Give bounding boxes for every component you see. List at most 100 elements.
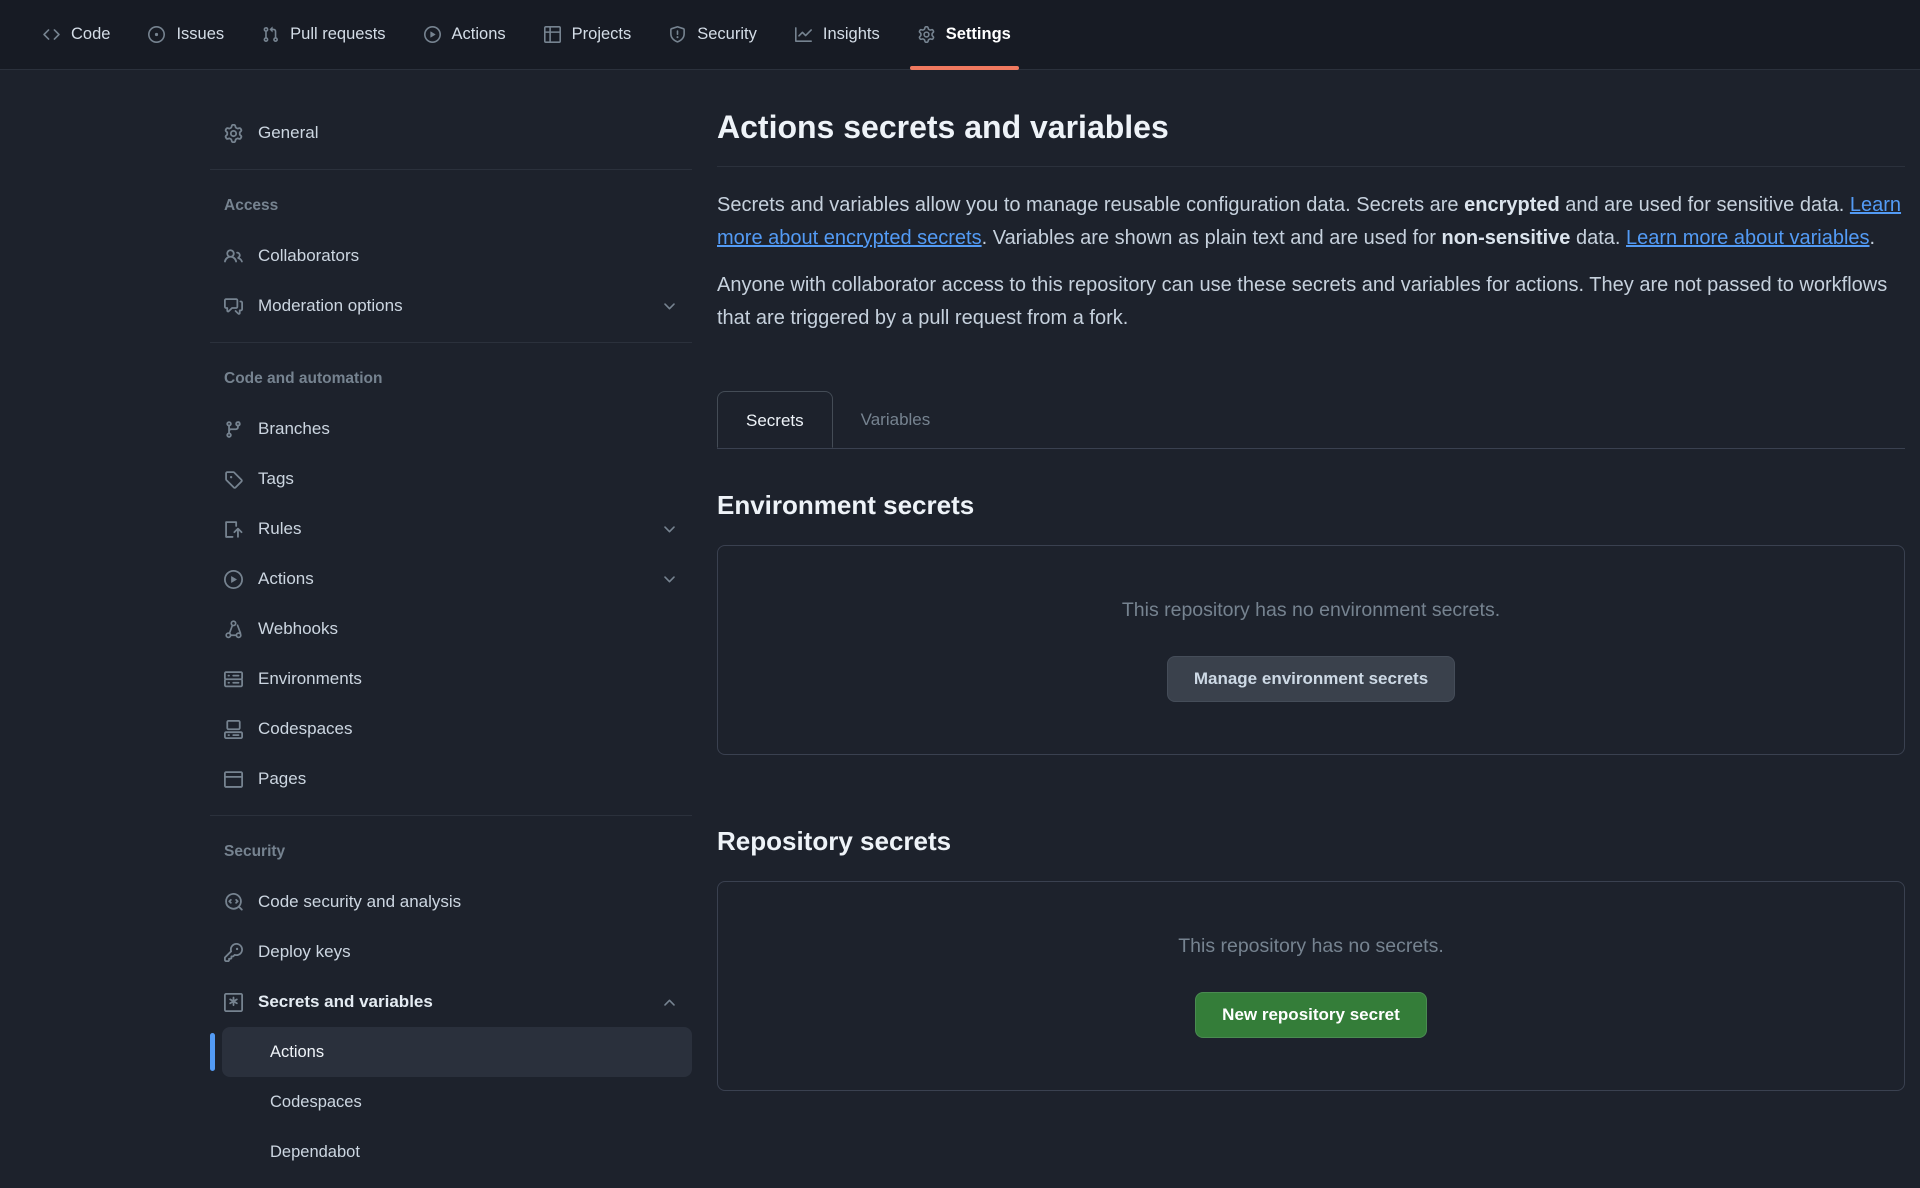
browser-icon [224, 770, 243, 789]
secrets-variables-tablist: SecretsVariables [717, 391, 1905, 449]
sidebar-item-code-security-and-analysis[interactable]: Code security and analysis [210, 877, 692, 927]
sidebar-section-title-security: Security [210, 827, 692, 877]
title-divider [717, 166, 1905, 167]
sidebar-item-secrets-and-variables[interactable]: Secrets and variables [210, 977, 692, 1027]
graph-icon [795, 26, 812, 43]
main-content: Actions secrets and variables Secrets an… [717, 108, 1905, 1091]
environment-secrets-empty-message: This repository has no environment secre… [1122, 599, 1500, 622]
sidebar-item-label: Environments [258, 669, 362, 689]
sidebar-item-rules[interactable]: Rules [210, 504, 692, 554]
table-icon [544, 26, 561, 43]
webhook-icon [224, 620, 243, 639]
repository-secrets-empty-message: This repository has no secrets. [1178, 935, 1444, 958]
sidebar-divider [210, 815, 692, 816]
sidebar-item-codespaces[interactable]: Codespaces [210, 704, 692, 754]
comment-discussion-icon [224, 297, 243, 316]
intro-paragraph-2: Anyone with collaborator access to this … [717, 269, 1905, 335]
play-icon [424, 26, 441, 43]
sidebar-item-label: Secrets and variables [258, 992, 433, 1012]
sidebar-section-title-code-and-automation: Code and automation [210, 354, 692, 404]
manage-environment-secrets-button[interactable]: Manage environment secrets [1167, 656, 1455, 702]
sidebar-section-title-access: Access [210, 181, 692, 231]
repository-secrets-empty-box: This repository has no secrets. New repo… [717, 881, 1905, 1091]
environment-secrets-empty-box: This repository has no environment secre… [717, 545, 1905, 755]
sidebar-subitem-actions[interactable]: Actions [222, 1027, 692, 1077]
sidebar-item-environments[interactable]: Environments [210, 654, 692, 704]
nav-tab-label: Security [697, 25, 757, 44]
sidebar-item-label: Codespaces [258, 719, 353, 739]
sidebar-item-webhooks[interactable]: Webhooks [210, 604, 692, 654]
sidebar-item-label: Branches [258, 419, 330, 439]
sidebar-subitem-dependabot[interactable]: Dependabot [222, 1127, 692, 1177]
sidebar-item-label: Rules [258, 519, 301, 539]
sidebar-item-label: Actions [258, 569, 314, 589]
code-icon [43, 26, 60, 43]
sidebar-item-label: Moderation options [258, 296, 403, 316]
gear-icon [224, 124, 243, 143]
git-pull-request-icon [262, 26, 279, 43]
nav-tab-label: Actions [452, 25, 506, 44]
sidebar-item-moderation-options[interactable]: Moderation options [210, 281, 692, 331]
sidebar-item-label: Tags [258, 469, 294, 489]
sidebar-subitem-codespaces[interactable]: Codespaces [222, 1077, 692, 1127]
chevron-down-icon [661, 571, 678, 588]
intro-paragraph-1: Secrets and variables allow you to manag… [717, 189, 1905, 255]
sidebar-item-deploy-keys[interactable]: Deploy keys [210, 927, 692, 977]
tab-variables[interactable]: Variables [833, 391, 959, 448]
nav-tab-security[interactable]: Security [650, 0, 776, 69]
nav-tab-projects[interactable]: Projects [525, 0, 651, 69]
nav-tab-label: Pull requests [290, 25, 385, 44]
sidebar-item-label: Collaborators [258, 246, 359, 266]
people-icon [224, 247, 243, 266]
nav-tab-actions[interactable]: Actions [405, 0, 525, 69]
sidebar-item-tags[interactable]: Tags [210, 454, 692, 504]
codescan-icon [224, 893, 243, 912]
nav-tab-issues[interactable]: Issues [129, 0, 243, 69]
nav-tab-label: Insights [823, 25, 880, 44]
sidebar-item-pages[interactable]: Pages [210, 754, 692, 804]
sidebar-item-collaborators[interactable]: Collaborators [210, 231, 692, 281]
sidebar-item-branches[interactable]: Branches [210, 404, 692, 454]
nav-tab-pull-requests[interactable]: Pull requests [243, 0, 404, 69]
tab-secrets[interactable]: Secrets [717, 391, 833, 448]
git-branch-icon [224, 420, 243, 439]
sidebar-item-label: Webhooks [258, 619, 338, 639]
codespaces-icon [224, 720, 243, 739]
sidebar-item-actions[interactable]: Actions [210, 554, 692, 604]
gear-icon [918, 26, 935, 43]
key-icon [224, 943, 243, 962]
learn-more-variables-link[interactable]: Learn more about variables [1626, 227, 1869, 249]
sidebar-divider [210, 342, 692, 343]
nav-tab-label: Code [71, 25, 110, 44]
environment-secrets-heading: Environment secrets [717, 489, 1905, 521]
chevron-up-icon [661, 994, 678, 1011]
nav-tab-settings[interactable]: Settings [899, 0, 1030, 69]
sidebar-item-label: General [258, 123, 318, 143]
sidebar-item-label: Deploy keys [258, 942, 351, 962]
nav-tab-code[interactable]: Code [24, 0, 129, 69]
new-repository-secret-button[interactable]: New repository secret [1195, 992, 1427, 1038]
key-asterisk-icon [224, 993, 243, 1012]
sidebar-item-label: Code security and analysis [258, 892, 461, 912]
nav-tab-label: Projects [572, 25, 632, 44]
chevron-down-icon [661, 298, 678, 315]
rules-icon [224, 520, 243, 539]
sidebar-item-label: Pages [258, 769, 306, 789]
emphasis-text: non-sensitive [1442, 227, 1571, 249]
nav-tab-label: Issues [176, 25, 224, 44]
sidebar-item-general[interactable]: General [210, 108, 692, 158]
emphasis-text: encrypted [1464, 194, 1560, 216]
page-title: Actions secrets and variables [717, 108, 1905, 146]
settings-sidebar: General Access Collaborators Moderation opt… [210, 108, 692, 1177]
issue-opened-icon [148, 26, 165, 43]
shield-icon [669, 26, 686, 43]
chevron-down-icon [661, 521, 678, 538]
repository-secrets-heading: Repository secrets [717, 825, 1905, 857]
settings-layout: General Access Collaborators Moderation opt… [0, 70, 1920, 1177]
nav-tab-label: Settings [946, 25, 1011, 44]
tag-icon [224, 470, 243, 489]
server-icon [224, 670, 243, 689]
sidebar-divider [210, 169, 692, 170]
repo-top-nav: Code Issues Pull requests Actions Projects Se… [0, 0, 1920, 70]
nav-tab-insights[interactable]: Insights [776, 0, 899, 69]
